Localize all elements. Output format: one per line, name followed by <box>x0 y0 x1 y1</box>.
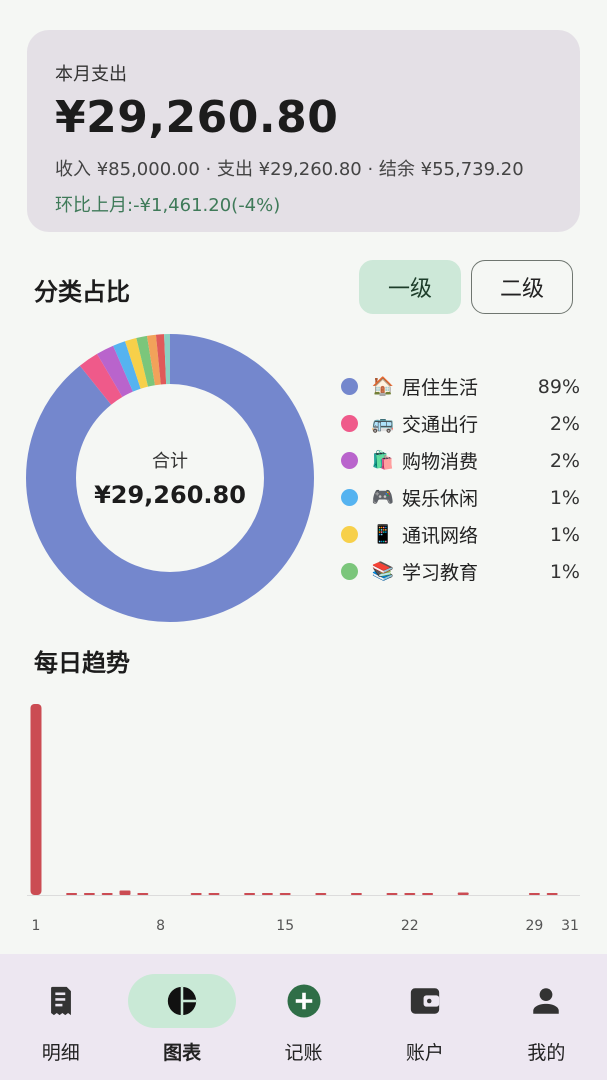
nav-pill <box>371 974 479 1028</box>
add-circle-icon <box>287 984 321 1018</box>
trend-tick-label: 29 <box>525 918 543 934</box>
donut-slice[interactable] <box>26 334 314 622</box>
person-icon <box>533 988 560 1014</box>
nav-item-add[interactable]: 记账 <box>243 954 364 1080</box>
legend-dot <box>341 452 358 469</box>
nav-item-chart[interactable]: 图表 <box>121 954 242 1080</box>
legend-pct: 89% <box>537 375 580 398</box>
wallet-icon <box>410 988 440 1014</box>
trend-bar[interactable] <box>101 893 113 895</box>
legend-pct: 1% <box>549 486 580 509</box>
summary-label: 本月支出 <box>55 64 127 85</box>
trend-bar[interactable] <box>190 893 202 895</box>
trend-tick-label: 31 <box>561 918 579 934</box>
legend-item[interactable]: 📚 学习教育 1% <box>340 553 580 590</box>
nav-label: 记账 <box>284 1042 323 1064</box>
legend-name: 交通出行 <box>402 414 479 436</box>
legend-item[interactable]: 📱 通讯网络 1% <box>340 516 580 553</box>
legend-item[interactable]: 🏠 居住生活 89% <box>340 368 580 405</box>
level2-button[interactable]: 二级 <box>471 260 573 314</box>
trend-bar[interactable] <box>30 704 42 895</box>
nav-pill <box>250 974 358 1028</box>
pie-chart-icon <box>167 986 197 1016</box>
legend-pct: 2% <box>549 412 580 435</box>
nav-item-account[interactable]: 账户 <box>364 954 485 1080</box>
nav-label: 账户 <box>405 1042 444 1064</box>
trend-bar[interactable] <box>83 893 95 895</box>
nav-item-me[interactable]: 我的 <box>486 954 607 1080</box>
legend-name: 娱乐休闲 <box>402 488 479 510</box>
legend-dot <box>341 563 358 580</box>
summary-compare: 环比上月:-¥1,461.20(-4%) <box>55 195 281 216</box>
trend-bar[interactable] <box>386 893 398 895</box>
legend-item[interactable]: 🛍️ 购物消费 2% <box>340 442 580 479</box>
category-legend: 🏠 居住生活 89% 🚌 交通出行 2% 🛍️ 购物消费 2% 🎮 娱乐休闲 1… <box>340 368 580 590</box>
legend-item[interactable]: 🎮 娱乐休闲 1% <box>340 479 580 516</box>
nav-label: 明细 <box>41 1042 80 1064</box>
trend-tick-label: 1 <box>32 918 41 934</box>
trend-bar[interactable] <box>244 893 256 895</box>
legend-pct: 2% <box>549 449 580 472</box>
trend-bar[interactable] <box>119 890 131 895</box>
books-icon: 📚 <box>371 561 395 582</box>
trend-bar[interactable] <box>208 893 220 895</box>
monthly-summary-card: 本月支出 ¥29,260.80 收入 ¥85,000.00 · 支出 ¥29,2… <box>27 30 580 232</box>
trend-bar[interactable] <box>457 892 469 895</box>
legend-name: 购物消费 <box>402 451 479 473</box>
category-donut-chart[interactable] <box>26 334 314 622</box>
trend-bar[interactable] <box>350 893 362 895</box>
house-icon: 🏠 <box>371 376 395 397</box>
receipt-icon <box>50 986 71 1016</box>
trend-tick-label: 8 <box>156 918 165 934</box>
nav-label: 我的 <box>527 1042 566 1064</box>
legend-dot <box>341 526 358 543</box>
nav-pill <box>128 974 237 1028</box>
legend-name: 通讯网络 <box>402 525 479 547</box>
bus-icon: 🚌 <box>371 413 395 434</box>
legend-dot <box>341 415 358 432</box>
trend-bar[interactable] <box>137 893 149 895</box>
trend-bar[interactable] <box>422 893 434 895</box>
game-controller-icon: 🎮 <box>371 487 395 508</box>
trend-bar[interactable] <box>66 893 78 895</box>
summary-detail: 收入 ¥85,000.00 · 支出 ¥29,260.80 · 结余 ¥55,7… <box>55 159 524 180</box>
nav-label: 图表 <box>163 1042 202 1064</box>
legend-name: 居住生活 <box>402 377 479 399</box>
trend-tick-label: 15 <box>276 918 294 934</box>
legend-pct: 1% <box>549 523 580 546</box>
trend-bar[interactable] <box>261 893 273 895</box>
legend-dot <box>341 378 358 395</box>
bottom-navigation: 明细 图表 记账 账户 我的 <box>0 954 607 1080</box>
trend-tick-label: 22 <box>401 918 419 934</box>
shopping-bags-icon: 🛍️ <box>371 450 395 471</box>
legend-dot <box>341 489 358 506</box>
summary-amount: ¥29,260.80 <box>55 92 339 143</box>
trend-bar[interactable] <box>279 893 291 895</box>
nav-pill <box>492 974 600 1028</box>
trend-bar[interactable] <box>315 893 327 895</box>
trend-section-title: 每日趋势 <box>34 649 130 677</box>
trend-bar[interactable] <box>528 893 540 895</box>
nav-item-detail[interactable]: 明细 <box>0 954 121 1080</box>
legend-item[interactable]: 🚌 交通出行 2% <box>340 405 580 442</box>
trend-bar[interactable] <box>546 893 558 895</box>
category-section-title: 分类占比 <box>34 278 130 306</box>
legend-name: 学习教育 <box>402 562 479 584</box>
nav-pill <box>7 974 115 1028</box>
legend-pct: 1% <box>549 560 580 583</box>
daily-trend-chart[interactable]: 1 8 15 22 29 31 <box>0 690 607 940</box>
level1-button[interactable]: 一级 <box>359 260 461 314</box>
mobile-phone-icon: 📱 <box>371 524 395 545</box>
trend-bar[interactable] <box>404 893 416 895</box>
